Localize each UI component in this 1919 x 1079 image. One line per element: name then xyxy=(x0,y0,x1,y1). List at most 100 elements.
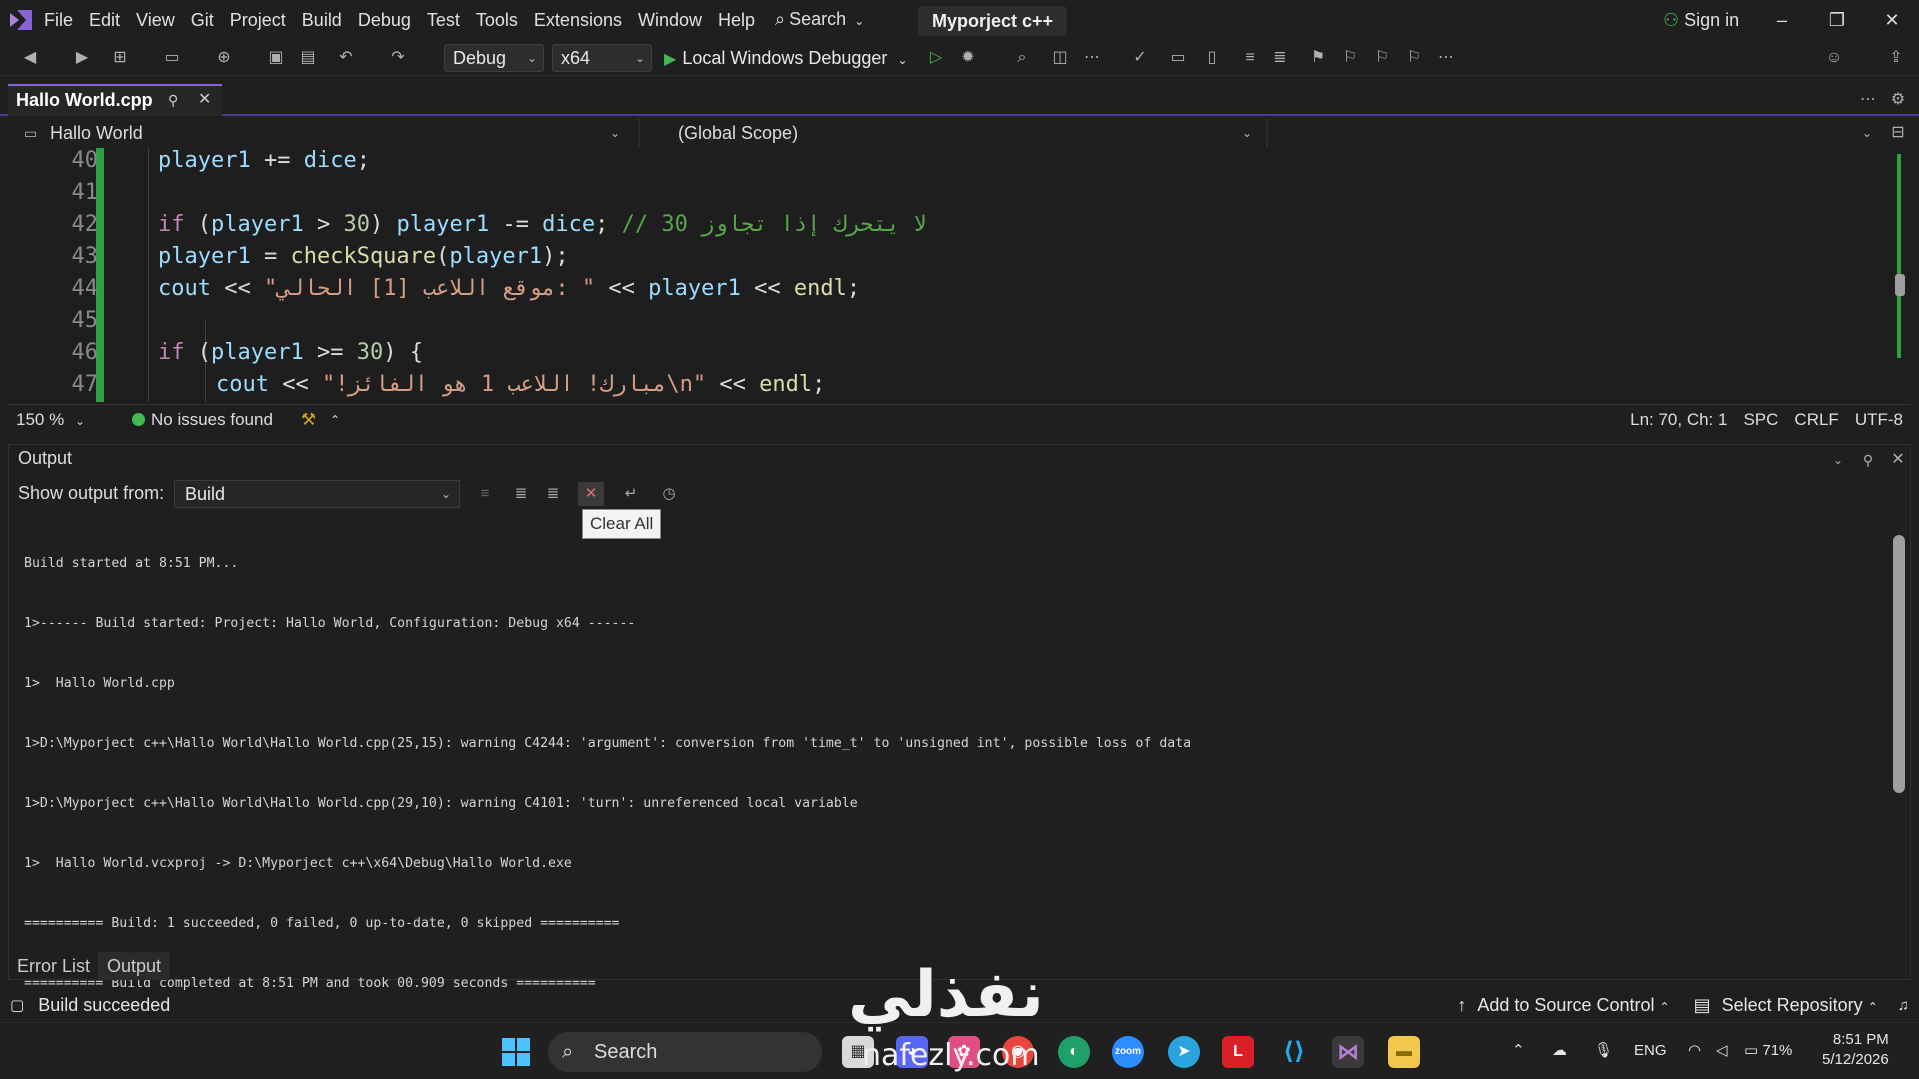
zoom-select[interactable]: 150 % ⌄ xyxy=(16,410,100,430)
timestamp-icon[interactable]: ◷ xyxy=(656,482,682,506)
sign-in-button[interactable]: ⚇ Sign in xyxy=(1663,0,1739,40)
chevron-up-icon[interactable]: ⌃ xyxy=(330,413,340,427)
tab-error-list[interactable]: Error List xyxy=(8,952,99,980)
show-hidden-icons[interactable]: ⌃ xyxy=(1512,1022,1525,1079)
settings-gear-icon[interactable]: ⚙ xyxy=(1886,88,1910,112)
start-without-debugging-icon[interactable]: ▷ xyxy=(924,46,948,70)
restore-button[interactable]: ❐ xyxy=(1810,0,1864,40)
menu-test[interactable]: Test xyxy=(419,0,468,40)
navigate-forward-icon[interactable]: ▶ xyxy=(70,46,94,70)
select-repository-button[interactable]: ▤ Select Repository ⌃ xyxy=(1694,995,1878,1016)
telegram-icon[interactable]: ➤ xyxy=(1168,1036,1200,1068)
menu-window[interactable]: Window xyxy=(630,0,710,40)
solution-configuration-select[interactable]: Debug ⌄ xyxy=(444,44,544,72)
tab-output[interactable]: Output xyxy=(98,952,171,980)
menu-debug[interactable]: Debug xyxy=(350,0,419,40)
vscode-icon[interactable]: ⟨⟩ xyxy=(1278,1036,1310,1068)
l-app-icon[interactable]: L xyxy=(1222,1036,1254,1068)
next-message-icon[interactable]: ≣ xyxy=(540,482,566,506)
more-options-icon[interactable]: ⋯ xyxy=(1080,46,1104,70)
menu-tools[interactable]: Tools xyxy=(468,0,526,40)
previous-message-icon[interactable]: ≣ xyxy=(508,482,534,506)
clear-bookmarks-icon[interactable]: ⚐ xyxy=(1402,46,1426,70)
wifi-icon[interactable]: ◠ xyxy=(1688,1022,1701,1079)
add-to-source-control-button[interactable]: ↑ Add to Source Control ⌃ xyxy=(1457,995,1669,1016)
editor-scrollbar-map[interactable] xyxy=(1897,154,1901,358)
pin-icon[interactable]: ⚲ xyxy=(168,86,178,114)
editor-scrollbar-thumb[interactable] xyxy=(1895,274,1905,296)
bookmark-icon[interactable]: ⚑ xyxy=(1306,46,1330,70)
redo-icon[interactable]: ↷ xyxy=(386,46,410,70)
windows-start-icon[interactable] xyxy=(502,1038,530,1066)
notifications-bell-icon[interactable]: ♫ xyxy=(1898,997,1909,1014)
menu-git[interactable]: Git xyxy=(183,0,222,40)
minimize-button[interactable]: – xyxy=(1755,0,1809,40)
menu-file[interactable]: File xyxy=(36,0,81,40)
performance-profiler-icon[interactable]: ◫ xyxy=(1048,46,1072,70)
battery-status[interactable]: ▭ 71% xyxy=(1744,1022,1792,1079)
word-wrap-icon[interactable]: ↵ xyxy=(618,482,644,506)
solution-platform-select[interactable]: x64 ⌄ xyxy=(552,44,652,72)
next-bookmark-icon[interactable]: ⚐ xyxy=(1370,46,1394,70)
spell-check-icon[interactable]: ✓ xyxy=(1128,46,1152,70)
code-editor[interactable]: 40 player1 += dice; 41 42 if (player1 > … xyxy=(8,148,1911,402)
output-scrollbar-thumb[interactable] xyxy=(1893,535,1905,793)
panel-options-icon[interactable]: ⌄ xyxy=(1826,448,1850,472)
close-tab-icon[interactable]: ✕ xyxy=(198,86,211,114)
save-all-icon[interactable]: ▤ xyxy=(296,46,320,70)
toolbar-overflow-icon[interactable]: ⋯ xyxy=(1434,46,1458,70)
whitespace-mode[interactable]: SPC xyxy=(1743,410,1778,430)
menu-project[interactable]: Project xyxy=(222,0,294,40)
tab-overflow-icon[interactable]: ⋯ xyxy=(1856,88,1880,112)
start-debugging-button[interactable]: ▶ Local Windows Debugger ⌄ xyxy=(664,44,908,72)
menu-help[interactable]: Help xyxy=(710,0,763,40)
go-to-message-icon[interactable]: ≡ xyxy=(472,482,498,506)
clear-all-icon[interactable]: ✕ xyxy=(578,482,604,506)
file-explorer-icon[interactable]: ▬ xyxy=(1388,1036,1420,1068)
onedrive-icon[interactable]: ☁ xyxy=(1552,1022,1567,1079)
navigate-back-icon[interactable]: ◀ xyxy=(18,46,42,70)
save-icon[interactable]: ▣ xyxy=(264,46,288,70)
undo-icon[interactable]: ↶ xyxy=(334,46,358,70)
taskbar-search-box[interactable]: ⌕ Search xyxy=(548,1032,822,1072)
comment-icon[interactable]: ▭ xyxy=(1166,46,1190,70)
output-log[interactable]: Build started at 8:51 PM... 1>------ Bui… xyxy=(24,514,1191,1014)
copilot-icon[interactable]: ☺ xyxy=(1822,46,1846,70)
edge-icon[interactable]: ◐ xyxy=(1058,1036,1090,1068)
menu-build[interactable]: Build xyxy=(294,0,350,40)
menu-edit[interactable]: Edit xyxy=(81,0,128,40)
issues-indicator[interactable]: No issues found xyxy=(132,410,273,430)
project-navigation-select[interactable]: ▭ Hallo World ⌄ xyxy=(22,118,628,148)
menu-extensions[interactable]: Extensions xyxy=(526,0,630,40)
zoom-app-icon[interactable]: zoom xyxy=(1112,1036,1144,1068)
system-clock[interactable]: 8:51 PM 5/12/2026 xyxy=(1822,1030,1889,1070)
find-in-files-icon[interactable]: ⌕ xyxy=(1010,46,1034,70)
add-item-icon[interactable]: ⊕ xyxy=(212,46,236,70)
indent-icon[interactable]: ≣ xyxy=(1268,46,1292,70)
uncomment-icon[interactable]: ▯ xyxy=(1200,46,1224,70)
close-panel-icon[interactable]: ✕ xyxy=(1886,448,1910,472)
menu-search[interactable]: ⌕ Search ⌄ xyxy=(767,0,872,41)
member-navigation-select[interactable]: ⌄ xyxy=(1266,118,1880,148)
cursor-position[interactable]: Ln: 70, Ch: 1 xyxy=(1630,410,1727,430)
live-share-icon[interactable]: ⇪ xyxy=(1884,46,1908,70)
microphone-icon[interactable]: 🎙 xyxy=(1594,1022,1613,1079)
new-project-icon[interactable]: ⊞ xyxy=(108,46,132,70)
tab-hallo-world-cpp[interactable]: Hallo World.cpp ⚲ ✕ xyxy=(8,84,222,116)
scope-navigation-select[interactable]: (Global Scope) ⌄ xyxy=(638,118,1260,148)
outdent-icon[interactable]: ≡ xyxy=(1238,46,1262,70)
menu-view[interactable]: View xyxy=(128,0,183,40)
volume-icon[interactable]: ◁ xyxy=(1716,1022,1728,1079)
code-cleanup-icon[interactable]: ⚒ xyxy=(301,410,316,430)
split-editor-icon[interactable]: ⊟ xyxy=(1886,121,1910,145)
close-window-button[interactable]: ✕ xyxy=(1865,0,1919,40)
output-source-select[interactable]: Build ⌄ xyxy=(174,480,460,508)
previous-bookmark-icon[interactable]: ⚐ xyxy=(1338,46,1362,70)
hot-reload-icon[interactable]: ✹ xyxy=(956,46,980,70)
visual-studio-taskbar-icon[interactable]: ⋈ xyxy=(1332,1036,1364,1068)
input-language[interactable]: ENG xyxy=(1634,1022,1667,1079)
open-file-icon[interactable]: ▭ xyxy=(160,46,184,70)
file-encoding[interactable]: UTF-8 xyxy=(1855,410,1903,430)
line-ending[interactable]: CRLF xyxy=(1794,410,1838,430)
pin-panel-icon[interactable]: ⚲ xyxy=(1856,448,1880,472)
